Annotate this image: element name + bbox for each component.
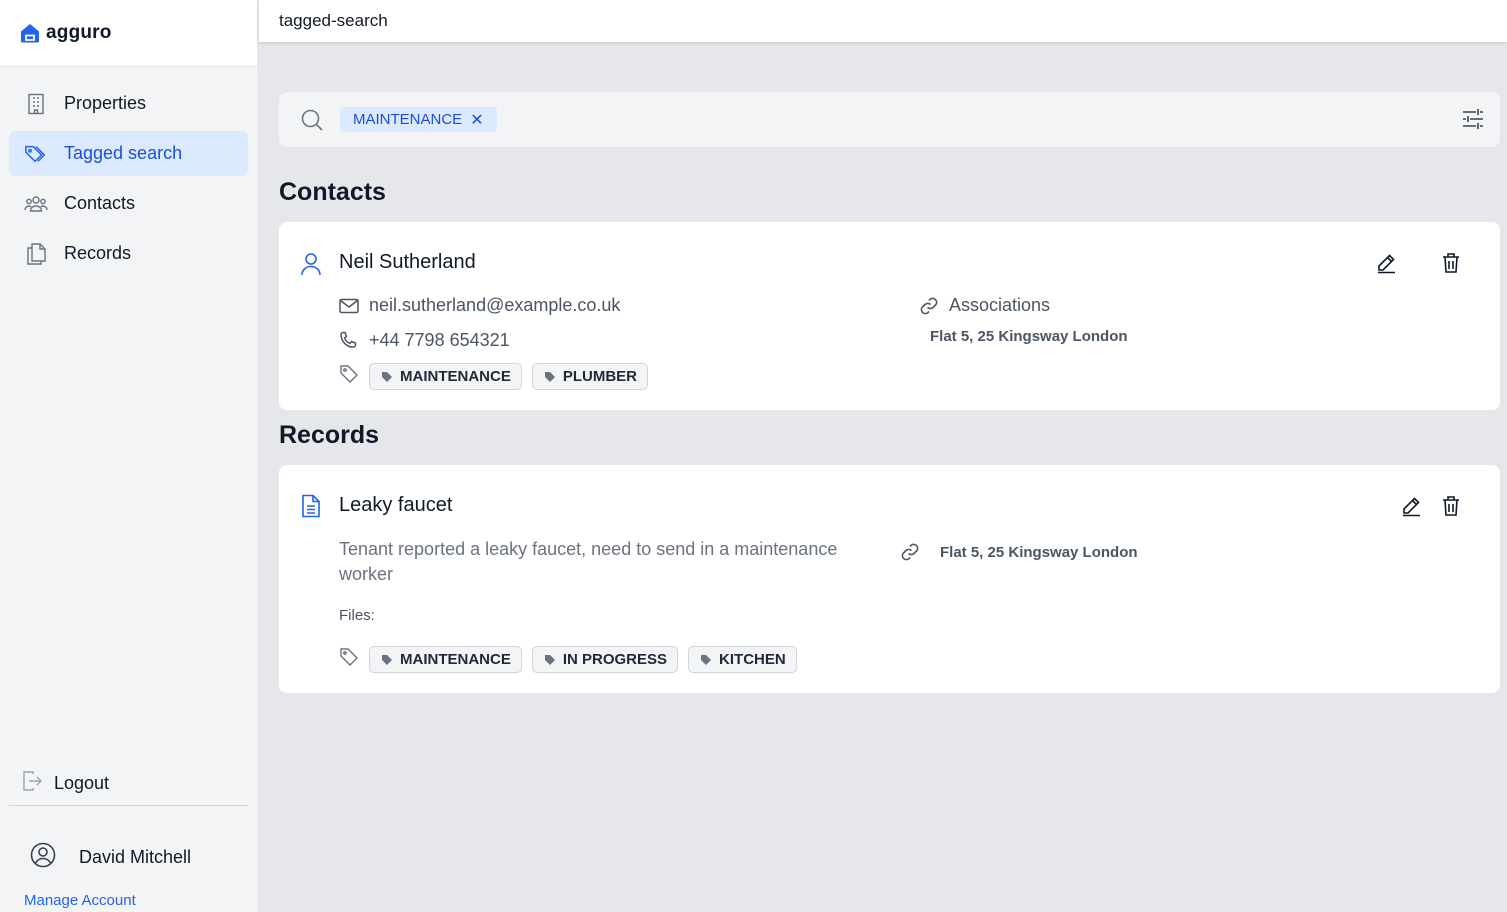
sidebar-item-tagged-search[interactable]: Tagged search: [9, 131, 248, 176]
tag-label: MAINTENANCE: [400, 651, 511, 668]
tag-search-bar[interactable]: MAINTENANCE ✕: [279, 92, 1500, 147]
user-name: David Mitchell: [79, 847, 192, 867]
sidebar-item-label: Properties: [64, 93, 147, 113]
edit-icon[interactable]: [1373, 250, 1399, 276]
tag-badge[interactable]: KITCHEN: [688, 646, 797, 673]
link-icon: [919, 296, 939, 316]
phone-icon: [339, 331, 359, 351]
files-label: Files:: [339, 607, 375, 624]
mail-icon: [339, 296, 359, 316]
records-section-title: Records: [279, 421, 380, 449]
users-icon: [24, 192, 48, 216]
tag-label: MAINTENANCE: [400, 368, 511, 385]
chip-label: MAINTENANCE: [353, 111, 463, 128]
contact-tags: MAINTENANCE PLUMBER: [339, 363, 649, 390]
trash-icon[interactable]: [1438, 250, 1464, 276]
contact-card[interactable]: Neil Sutherland neil.sutherland@example.…: [279, 222, 1500, 410]
user-icon: [299, 252, 323, 276]
brand[interactable]: agguro: [0, 0, 257, 67]
filter-settings-icon[interactable]: [1460, 106, 1486, 132]
contact-phone[interactable]: +44 7798 654321: [369, 330, 510, 351]
contacts-section-title: Contacts: [279, 178, 386, 206]
search-icon: [299, 107, 325, 133]
logout-button[interactable]: Logout: [9, 761, 248, 806]
tag-label: KITCHEN: [719, 651, 786, 668]
sidebar-item-records[interactable]: Records: [9, 231, 248, 276]
sidebar-nav: Properties Tagged search Contacts Record…: [0, 67, 257, 284]
building-icon: [24, 92, 48, 116]
documents-icon: [24, 242, 48, 266]
tag-outline-icon: [339, 647, 359, 672]
tag-label: PLUMBER: [562, 368, 638, 385]
sidebar-item-contacts[interactable]: Contacts: [9, 181, 248, 226]
sidebar-item-label: Records: [64, 243, 132, 263]
tag-small-icon: [701, 654, 712, 665]
tag-small-icon: [544, 654, 555, 665]
tag-small-icon: [544, 371, 555, 382]
contact-email-row: neil.sutherland@example.co.uk: [339, 295, 620, 316]
contact-name[interactable]: Neil Sutherland: [339, 251, 476, 274]
tag-small-icon: [382, 371, 392, 382]
associations-label: Associations: [949, 295, 1051, 315]
sidebar-item-properties[interactable]: Properties: [9, 81, 248, 126]
tag-badge[interactable]: MAINTENANCE: [369, 646, 522, 673]
logout-icon: [21, 770, 43, 797]
document-icon: [299, 494, 323, 518]
tag-badge[interactable]: MAINTENANCE: [369, 363, 522, 390]
manage-account-link[interactable]: Manage Account: [24, 892, 136, 909]
tag-badge[interactable]: PLUMBER: [531, 363, 649, 390]
record-tags: MAINTENANCE IN PROGRESS KITCHEN: [339, 646, 797, 673]
close-icon[interactable]: ✕: [470, 110, 483, 130]
tag-small-icon: [382, 654, 392, 665]
association-address-link[interactable]: Flat 5, 25 Kingsway London: [940, 544, 1138, 561]
search-tag-chip[interactable]: MAINTENANCE ✕: [340, 107, 497, 132]
sidebar: agguro Properties Tagged search Contacts…: [0, 0, 258, 912]
logout-label: Logout: [54, 772, 110, 793]
link-icon: [900, 542, 920, 567]
brand-name: agguro: [46, 22, 112, 43]
contact-phone-row: +44 7798 654321: [339, 330, 510, 351]
associations-row: Associations: [919, 295, 1050, 316]
association-address-link[interactable]: Flat 5, 25 Kingsway London: [930, 328, 1128, 345]
house-logo-icon: [18, 21, 42, 45]
tag-outline-icon: [339, 364, 359, 389]
page-title: tagged-search: [279, 11, 388, 30]
user-profile[interactable]: David Mitchell: [30, 842, 191, 873]
tag-label: IN PROGRESS: [562, 651, 668, 668]
tag-icon: [24, 142, 48, 166]
user-avatar-icon: [30, 842, 56, 873]
tag-badge[interactable]: IN PROGRESS: [531, 646, 679, 673]
trash-icon[interactable]: [1438, 493, 1464, 519]
record-description: Tenant reported a leaky faucet, need to …: [339, 539, 838, 584]
record-title[interactable]: Leaky faucet: [339, 494, 452, 517]
sidebar-item-label: Tagged search: [64, 143, 183, 163]
topbar: tagged-search: [259, 0, 1507, 42]
sidebar-item-label: Contacts: [64, 193, 136, 213]
edit-icon[interactable]: [1398, 493, 1424, 519]
record-card[interactable]: Leaky faucet Tenant reported a leaky fau…: [279, 465, 1500, 693]
contact-email[interactable]: neil.sutherland@example.co.uk: [369, 295, 620, 316]
